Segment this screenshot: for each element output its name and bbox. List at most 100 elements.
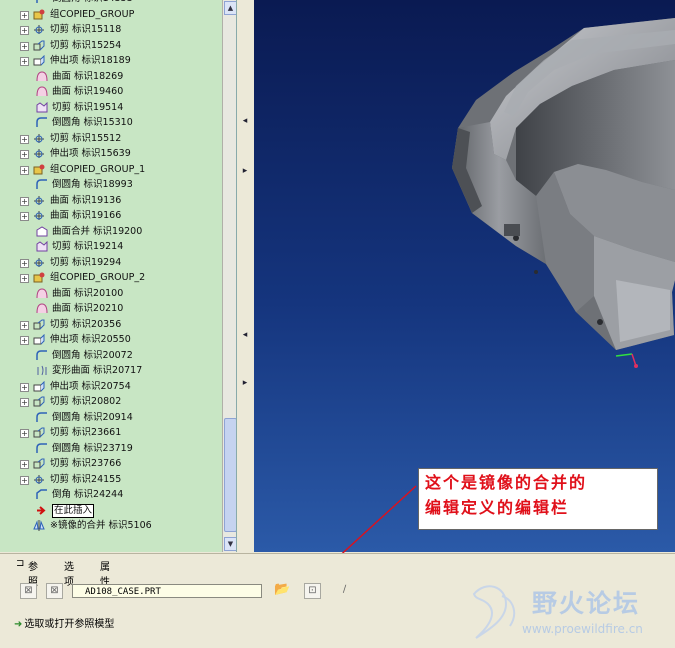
expand-toggle-icon[interactable]: + <box>20 212 29 221</box>
round-icon <box>36 442 48 454</box>
expand-toggle-icon[interactable]: + <box>20 57 29 66</box>
status-arrow-icon: ➜ <box>14 619 23 630</box>
tree-item[interactable]: + 伸出项 标识20754 <box>0 379 222 395</box>
tree-item[interactable]: + 切剪 标识19294 <box>0 255 222 271</box>
tree-item[interactable]: 倒圆角 标识20914 <box>0 410 222 426</box>
expand-toggle-icon[interactable]: + <box>20 460 29 469</box>
disabled-tool-2-icon[interactable]: ⊠ <box>46 583 63 599</box>
open-folder-icon[interactable]: 📂 <box>274 583 291 599</box>
expand-toggle-icon[interactable]: + <box>20 196 29 206</box>
tree-item[interactable]: + 曲面 标识19166 <box>0 208 222 224</box>
tree-item[interactable]: + 曲面 标识19136 <box>0 193 222 209</box>
tree-item[interactable]: 曲面 标识20100 <box>0 286 222 302</box>
tree-item[interactable]: 切剪 标识19214 <box>0 239 222 255</box>
expand-right-icon-2[interactable]: ▸ <box>241 378 249 388</box>
round-icon <box>36 0 48 4</box>
extrude-icon <box>33 334 45 345</box>
reference-model-field[interactable]: AD108_CASE.PRT <box>72 584 262 598</box>
tree-item-label: 伸出项 标识18189 <box>50 55 131 66</box>
tree-item[interactable]: 倒圆角 标识20072 <box>0 348 222 364</box>
round-icon <box>36 349 48 361</box>
extrude-cut-icon <box>33 40 45 51</box>
expand-toggle-icon[interactable]: + <box>20 398 29 407</box>
forum-watermark: 野火论坛 www.proewildfire.cn <box>462 576 672 646</box>
tree-item[interactable]: 曲面合并 标识19200 <box>0 224 222 240</box>
tree-item[interactable]: + 切剪 标识20356 <box>0 317 222 333</box>
tree-item-label: 倒圆角 标识18993 <box>52 179 133 190</box>
disabled-tool-1-icon[interactable]: ⊠ <box>20 583 37 599</box>
tree-item-label: 切剪 标识23661 <box>50 427 122 438</box>
expand-toggle-icon[interactable]: + <box>20 10 29 20</box>
expand-toggle-icon[interactable]: + <box>20 475 29 485</box>
round-icon <box>36 411 48 423</box>
surface-icon <box>36 303 48 314</box>
tree-item[interactable]: + 切剪 标识24155 <box>0 472 222 488</box>
tree-item[interactable]: 在此插入 <box>0 503 222 519</box>
tree-item-label: 伸出项 标识20550 <box>50 334 131 345</box>
model-tree-scrollbar[interactable]: ▲ ▼ <box>222 0 236 552</box>
tree-item-label: 切剪 标识23766 <box>50 458 122 469</box>
tree-item[interactable]: 倒圆角 标识23719 <box>0 441 222 457</box>
tree-item[interactable]: + 组COPIED_GROUP_1 <box>0 162 222 178</box>
tree-item-label: 曲面 标识19460 <box>52 86 124 97</box>
tree-item-label: 切剪 标识15118 <box>50 24 122 35</box>
expand-toggle-icon[interactable]: + <box>20 134 29 144</box>
panel-splitter[interactable]: ◂ ▸ ◂ ▸ <box>237 0 254 552</box>
watermark-url: www.proewildfire.cn <box>522 622 643 636</box>
revolve-cut-icon <box>33 24 45 35</box>
scroll-down-button[interactable]: ▼ <box>224 537 236 551</box>
tree-item[interactable]: 切剪 标识19514 <box>0 100 222 116</box>
tree-item[interactable]: + 切剪 标识23661 <box>0 425 222 441</box>
expand-toggle-icon[interactable]: + <box>20 41 29 51</box>
tree-item-label: 切剪 标识15512 <box>50 132 122 144</box>
tree-item[interactable]: 曲面 标识18269 <box>0 69 222 85</box>
tree-item[interactable]: 曲面 标识19460 <box>0 84 222 100</box>
annotation-line-2: 编辑定义的编辑栏 <box>425 498 570 517</box>
expand-toggle-icon[interactable]: + <box>20 150 29 159</box>
expand-toggle-icon[interactable]: + <box>20 382 29 392</box>
revolve-cut-icon <box>33 210 45 221</box>
warp-icon <box>36 365 48 376</box>
tree-item[interactable]: + 切剪 标识23766 <box>0 456 222 472</box>
model-tree-list: 倒圆角 标识14353+组COPIED_GROUP+切剪 标识15118+切剪 … <box>0 0 222 534</box>
collapse-left-icon[interactable]: ◂ <box>241 116 249 126</box>
tree-item[interactable]: + 伸出项 标识18189 <box>0 53 222 69</box>
tree-item[interactable]: + 切剪 标识15254 <box>0 38 222 54</box>
tree-item-label: 曲面 标识20210 <box>52 303 124 314</box>
merge-icon <box>36 225 48 237</box>
scroll-thumb[interactable] <box>224 418 236 532</box>
tree-item[interactable]: 変形曲面 标识20717 <box>0 363 222 379</box>
group-icon <box>33 272 45 283</box>
tree-item[interactable]: + 切剪 标识15118 <box>0 22 222 38</box>
tree-item[interactable]: 倒角 标识24244 <box>0 487 222 503</box>
scroll-up-button[interactable]: ▲ <box>224 1 236 15</box>
tree-item[interactable]: 倒圆角 标识15310 <box>0 115 222 131</box>
tree-item[interactable]: 倒圆角 标识18993 <box>0 177 222 193</box>
expand-toggle-icon[interactable]: + <box>20 274 29 283</box>
tree-item[interactable]: + 组COPIED_GROUP_2 <box>0 270 222 286</box>
expand-toggle-icon[interactable]: + <box>20 26 29 35</box>
expand-toggle-icon[interactable]: + <box>20 320 29 330</box>
tree-item[interactable]: ※镜像的合并 标识5106 <box>0 518 222 534</box>
annotation-line-1: 这个是镜像的合并的 <box>425 473 588 492</box>
expand-right-icon[interactable]: ▸ <box>241 166 249 176</box>
tree-item[interactable]: + 切剪 标识15512 <box>0 131 222 147</box>
open-model-icon[interactable]: ⊡ <box>304 583 321 599</box>
tree-item[interactable]: + 伸出项 标识15639 <box>0 146 222 162</box>
expand-toggle-icon[interactable]: + <box>20 165 29 175</box>
collapse-left-icon-2[interactable]: ◂ <box>241 330 249 340</box>
expand-toggle-icon[interactable]: + <box>20 336 29 345</box>
tree-item-label: 倒圆角 标识20072 <box>52 349 133 361</box>
tab-references-icon: ⊐ <box>16 558 25 569</box>
tree-item-label: 変形曲面 标识20717 <box>52 365 143 376</box>
tree-item-label: 切剪 标识24155 <box>50 473 122 485</box>
tree-item[interactable]: + 伸出项 标识20550 <box>0 332 222 348</box>
expand-toggle-icon[interactable]: + <box>20 429 29 438</box>
round-icon <box>36 117 48 128</box>
expand-toggle-icon[interactable]: + <box>20 258 29 268</box>
tree-item[interactable]: + 切剪 标识20802 <box>0 394 222 410</box>
tree-item[interactable]: 曲面 标识20210 <box>0 301 222 317</box>
revolve-cut-icon <box>33 148 45 159</box>
tree-item[interactable]: + 组COPIED_GROUP <box>0 7 222 23</box>
edit-icon[interactable]: ∕ <box>336 583 353 599</box>
